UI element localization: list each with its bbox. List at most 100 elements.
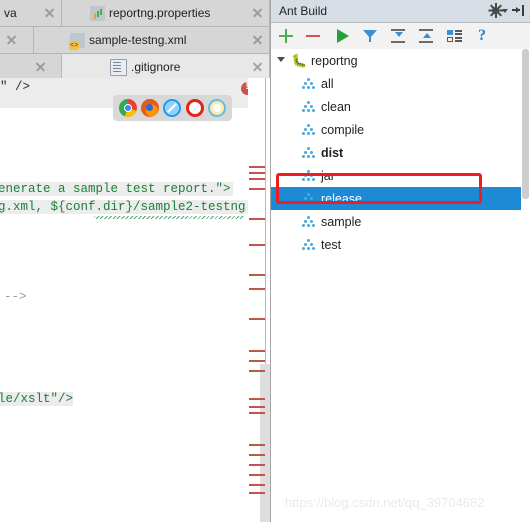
tree-item-jar[interactable]: jar xyxy=(271,164,530,187)
xml-file-icon xyxy=(69,32,85,50)
code-line-1: " /> xyxy=(0,80,84,94)
tree-item-label: clean xyxy=(321,99,351,114)
error-marker[interactable] xyxy=(249,288,265,290)
tree-item-label: release xyxy=(321,191,362,206)
internet-explorer-icon[interactable] xyxy=(207,99,226,117)
error-marker[interactable] xyxy=(249,484,265,486)
error-marker[interactable] xyxy=(249,474,265,476)
tree-root-reportng[interactable]: 🐛 reportng xyxy=(271,49,530,72)
error-marker[interactable] xyxy=(249,492,265,494)
opera-icon[interactable] xyxy=(185,99,204,117)
scrollbar-thumb[interactable] xyxy=(260,364,270,522)
tree-item-label: all xyxy=(321,76,334,91)
editor-tab-row-3: .gitignore xyxy=(0,54,270,81)
props-line xyxy=(455,37,462,39)
code-line-5: le/xslt"/> xyxy=(0,392,74,406)
props-square xyxy=(447,37,453,42)
error-marker[interactable] xyxy=(249,444,265,446)
bar xyxy=(522,5,524,16)
panel-title: Ant Build xyxy=(279,4,328,18)
ant-target-icon xyxy=(302,76,317,91)
expand-all-button[interactable] xyxy=(389,27,407,45)
properties-file-icon xyxy=(90,5,105,21)
error-marker[interactable] xyxy=(249,464,265,466)
ant-target-icon xyxy=(302,145,317,160)
code-line-4: --> xyxy=(4,290,27,304)
tab-gitignore[interactable]: .gitignore xyxy=(62,54,270,80)
add-build-file-button[interactable] xyxy=(277,27,295,45)
firefox-icon[interactable] xyxy=(141,99,160,117)
error-marker[interactable] xyxy=(249,398,265,400)
code-line-2: enerate a sample test report."> xyxy=(0,182,233,196)
tab-sample-testng-xml[interactable]: sample-testng.xml xyxy=(34,27,270,53)
gitignore-file-icon xyxy=(110,58,127,76)
close-icon[interactable] xyxy=(251,33,264,46)
tab-reportng-properties[interactable]: reportng.properties xyxy=(62,0,270,26)
ant-panel-scrollbar[interactable] xyxy=(521,49,530,522)
error-marker[interactable] xyxy=(249,244,265,246)
code-line-3: g.xml, ${conf.dir}/sample2-testng. xyxy=(0,200,254,214)
browser-chooser-popup[interactable] xyxy=(113,95,232,121)
error-squiggle xyxy=(94,216,244,219)
tab-label: sample-testng.xml xyxy=(89,33,187,47)
tree-item-clean[interactable]: clean xyxy=(271,95,530,118)
properties-button[interactable] xyxy=(445,27,463,45)
tree-root-label: reportng xyxy=(311,53,358,68)
run-build-button[interactable] xyxy=(333,27,351,45)
ant-build-panel: Ant Build ? 🐛 reportng all clean compile… xyxy=(270,0,530,522)
ant-build-tree[interactable]: 🐛 reportng all clean compile dist jar re… xyxy=(271,49,530,522)
error-marker[interactable] xyxy=(249,188,265,190)
code-editor[interactable]: " /> enerate a sample test report."> g.x… xyxy=(0,78,270,522)
arrow-right xyxy=(512,7,520,12)
gear-icon[interactable] xyxy=(488,3,503,18)
tree-item-label: compile xyxy=(321,122,365,137)
editor-pane: va reportng.properties sample-testng.xml xyxy=(0,0,270,522)
chevron-down-icon[interactable] xyxy=(502,9,508,13)
tree-item-label: dist xyxy=(321,145,344,160)
error-marker[interactable] xyxy=(249,370,265,372)
error-marker[interactable] xyxy=(249,318,265,320)
editor-tabbar: va reportng.properties sample-testng.xml xyxy=(0,0,270,81)
chrome-icon[interactable] xyxy=(119,99,138,117)
close-icon[interactable] xyxy=(34,60,47,73)
error-marker[interactable] xyxy=(249,218,265,220)
ant-target-icon xyxy=(302,168,317,183)
ant-target-icon xyxy=(302,214,317,229)
hide-panel-icon[interactable] xyxy=(512,5,524,16)
editor-tab-row-2: sample-testng.xml xyxy=(0,27,270,54)
close-icon[interactable] xyxy=(5,33,18,46)
close-icon[interactable] xyxy=(251,60,264,73)
remove-build-file-button[interactable] xyxy=(304,27,322,45)
collapse-all-button[interactable] xyxy=(417,27,435,45)
error-marker[interactable] xyxy=(249,406,265,408)
tab-label: .gitignore xyxy=(131,60,181,74)
scrollbar-thumb[interactable] xyxy=(522,49,529,199)
error-marker[interactable] xyxy=(249,172,265,174)
error-marker[interactable] xyxy=(249,454,265,456)
tree-item-release[interactable]: release xyxy=(271,187,530,210)
tree-item-test[interactable]: test xyxy=(271,233,530,256)
chevron-down-icon[interactable] xyxy=(277,57,286,63)
tree-item-label: sample xyxy=(321,214,362,229)
ant-target-icon xyxy=(302,237,317,252)
help-icon[interactable]: ? xyxy=(473,27,491,45)
filter-targets-button[interactable] xyxy=(361,27,379,45)
tree-item-all[interactable]: all xyxy=(271,72,530,95)
tab-java-file[interactable]: va xyxy=(0,0,62,26)
error-marker[interactable] xyxy=(249,350,265,352)
safari-icon[interactable] xyxy=(163,99,182,117)
close-icon[interactable] xyxy=(43,6,56,19)
gear-core xyxy=(492,7,499,14)
tree-item-compile[interactable]: compile xyxy=(271,118,530,141)
close-icon[interactable] xyxy=(251,6,264,19)
error-marker[interactable] xyxy=(249,274,265,276)
tree-item-dist[interactable]: dist xyxy=(271,141,530,164)
error-marker[interactable] xyxy=(249,412,265,414)
tab-overflow-left-2[interactable] xyxy=(0,54,62,80)
tab-overflow-left[interactable] xyxy=(0,27,34,53)
editor-marker-scrollbar[interactable] xyxy=(248,78,270,522)
tree-item-sample[interactable]: sample xyxy=(271,210,530,233)
error-marker[interactable] xyxy=(249,166,265,168)
error-marker[interactable] xyxy=(249,360,265,362)
error-marker[interactable] xyxy=(249,178,265,180)
